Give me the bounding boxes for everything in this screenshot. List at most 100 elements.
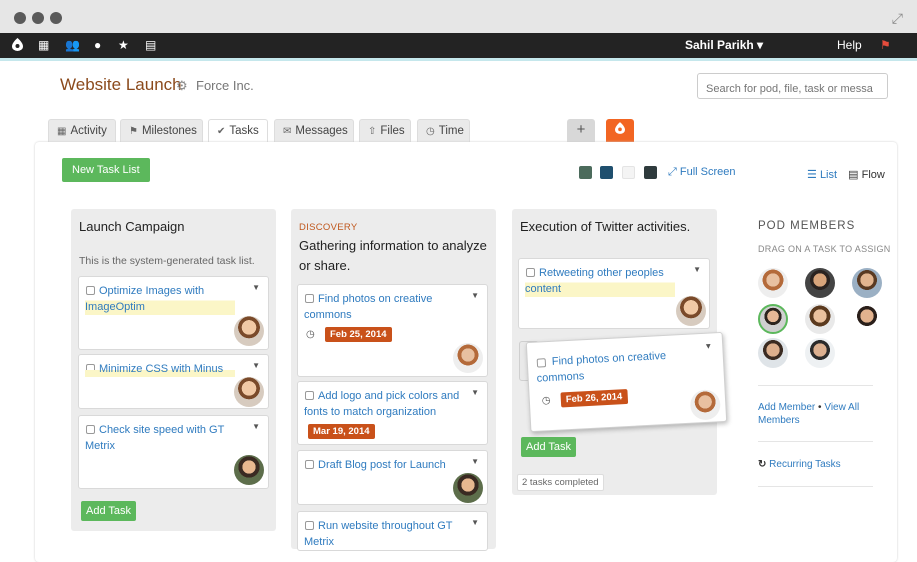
task-title[interactable]: Draft Blog post for Launch — [304, 457, 454, 473]
close-window-icon[interactable] — [14, 12, 26, 24]
refresh-icon: ↻ — [758, 459, 767, 470]
avatar[interactable] — [453, 473, 483, 503]
member-avatar[interactable] — [758, 268, 788, 298]
member-avatar[interactable] — [758, 304, 788, 334]
avatar[interactable] — [234, 316, 264, 346]
task-title[interactable]: Find photos on creative commons — [304, 291, 454, 323]
dropdown-arrow-icon[interactable]: ▼ — [471, 457, 479, 466]
new-task-list-button[interactable]: New Task List — [62, 158, 150, 182]
task-title[interactable]: Find photos on creative commons — [535, 347, 681, 387]
expand-icon[interactable]: ⤢ — [892, 10, 903, 27]
calendar-icon[interactable]: ▤ — [145, 38, 156, 52]
task-card[interactable]: Add logo and pick colors and fonts to ma… — [297, 381, 488, 445]
member-avatar[interactable] — [805, 304, 835, 334]
film-icon[interactable]: ▦ — [38, 38, 49, 52]
task-list-column: Launch Campaign This is the system-gener… — [71, 209, 276, 531]
dropdown-arrow-icon[interactable]: ▼ — [252, 283, 260, 292]
user-menu[interactable]: Sahil Parikh ▾ — [685, 38, 763, 52]
person-icon[interactable]: ● — [94, 38, 101, 52]
list-view-button[interactable]: ☰ List — [807, 169, 837, 181]
task-title[interactable]: Retweeting other peoples content — [525, 265, 675, 297]
flow-view-button[interactable]: ▤ Flow — [848, 169, 885, 181]
search-input[interactable] — [697, 73, 888, 99]
due-date-badge[interactable]: Mar 19, 2014 — [308, 424, 375, 439]
list-label: List — [819, 169, 838, 181]
project-title[interactable]: Website Launch — [60, 75, 182, 95]
task-title[interactable]: Run website throughout GT Metrix — [304, 518, 454, 550]
member-avatar[interactable] — [805, 268, 835, 298]
member-links: Add Member • View All Members — [758, 401, 878, 427]
task-card[interactable]: Retweeting other peoples content ▼ — [518, 258, 710, 329]
tab-files[interactable]: ⇧ Files — [359, 119, 411, 143]
pod-members-heading: POD MEMBERS — [758, 220, 856, 232]
envelope-icon: ✉ — [283, 126, 292, 137]
member-avatar[interactable] — [805, 338, 835, 368]
tab-tasks[interactable]: ✔ Tasks — [208, 119, 268, 143]
app-navbar: ▦ 👥 ● ★ ▤ Sahil Parikh ▾ Help ⚑ — [0, 33, 917, 58]
color-swatch[interactable] — [600, 166, 613, 179]
task-list-title[interactable]: Launch Campaign — [79, 217, 185, 237]
integration-tab-button[interactable] — [606, 119, 634, 143]
full-screen-label: Full Screen — [679, 166, 736, 178]
color-swatch[interactable] — [622, 166, 635, 179]
member-avatar[interactable] — [852, 268, 882, 298]
task-card[interactable]: Optimize Images with ImageOptim ▼ — [78, 276, 269, 350]
task-title[interactable]: Add logo and pick colors and fonts to ma… — [304, 388, 474, 420]
task-list-title[interactable]: Execution of Twitter activities. — [520, 217, 690, 237]
avatar[interactable] — [689, 389, 722, 421]
add-task-button[interactable]: Add Task — [81, 501, 137, 521]
task-list-title[interactable]: Gathering information to analyze or shar… — [299, 236, 489, 276]
dropdown-arrow-icon[interactable]: ▼ — [252, 422, 260, 431]
pod-members-hint: DRAG ON A TASK TO ASSIGN — [758, 244, 891, 254]
member-avatar[interactable] — [758, 338, 788, 368]
dropdown-arrow-icon[interactable]: ▼ — [471, 291, 479, 300]
recurring-tasks-label: Recurring Tasks — [769, 459, 841, 470]
task-card[interactable]: Find photos on creative commons ▼ ◷ Feb … — [297, 284, 488, 377]
color-swatch[interactable] — [644, 166, 657, 179]
divider — [758, 486, 873, 487]
dropdown-arrow-icon[interactable]: ▼ — [704, 341, 712, 350]
maximize-window-icon[interactable] — [50, 12, 62, 24]
people-icon[interactable]: 👥 — [65, 38, 80, 52]
task-title[interactable]: Optimize Images with ImageOptim — [85, 283, 235, 315]
star-icon[interactable]: ★ — [118, 38, 129, 52]
add-tab-button[interactable]: + — [567, 119, 595, 143]
task-card[interactable]: Check site speed with GT Metrix ▼ — [78, 415, 269, 489]
task-card[interactable]: Draft Blog post for Launch ▼ — [297, 450, 488, 505]
task-card[interactable]: Minimize CSS with Minus ▼ — [78, 354, 269, 409]
gear-icon[interactable]: ⚙ — [176, 78, 188, 94]
due-date-badge[interactable]: Feb 26, 2014 — [560, 388, 628, 408]
add-task-button[interactable]: Add Task — [521, 437, 577, 457]
minimize-window-icon[interactable] — [32, 12, 44, 24]
list-icon: ☰ — [807, 169, 817, 181]
member-avatar[interactable] — [852, 304, 882, 334]
avatar[interactable] — [453, 343, 483, 373]
task-title[interactable]: Minimize CSS with Minus — [85, 361, 235, 377]
tab-time[interactable]: ◷ Time — [417, 119, 470, 143]
task-title[interactable]: Check site speed with GT Metrix — [85, 422, 235, 454]
completed-count[interactable]: 2 tasks completed — [517, 474, 604, 491]
avatar[interactable] — [234, 455, 264, 485]
add-member-link[interactable]: Add Member — [758, 402, 815, 413]
due-date-badge[interactable]: Feb 25, 2014 — [325, 327, 392, 342]
divider — [758, 441, 873, 442]
tab-activity[interactable]: ▦ Activity — [48, 119, 116, 143]
dropdown-arrow-icon[interactable]: ▼ — [471, 388, 479, 397]
flag-icon[interactable]: ⚑ — [880, 38, 891, 52]
full-screen-button[interactable]: ⤢ Full Screen — [668, 166, 736, 179]
logo-icon[interactable] — [12, 38, 23, 54]
color-swatch[interactable] — [579, 166, 592, 179]
recurring-tasks-link[interactable]: ↻ Recurring Tasks — [758, 459, 841, 470]
avatar[interactable] — [234, 377, 264, 407]
chevron-down-icon: ▾ — [757, 38, 764, 52]
dropdown-arrow-icon[interactable]: ▼ — [252, 361, 260, 370]
dropdown-arrow-icon[interactable]: ▼ — [471, 518, 479, 527]
avatar[interactable] — [676, 296, 706, 326]
tab-messages[interactable]: ✉ Messages — [274, 119, 354, 143]
dragging-task-card[interactable]: Find photos on creative commons ▼ ◷ Feb … — [525, 331, 728, 433]
help-link[interactable]: Help — [837, 38, 862, 52]
film-icon: ▦ — [57, 126, 67, 137]
tab-milestones[interactable]: ⚑ Milestones — [120, 119, 203, 143]
task-card[interactable]: Run website throughout GT Metrix ▼ — [297, 511, 488, 551]
dropdown-arrow-icon[interactable]: ▼ — [693, 265, 701, 274]
